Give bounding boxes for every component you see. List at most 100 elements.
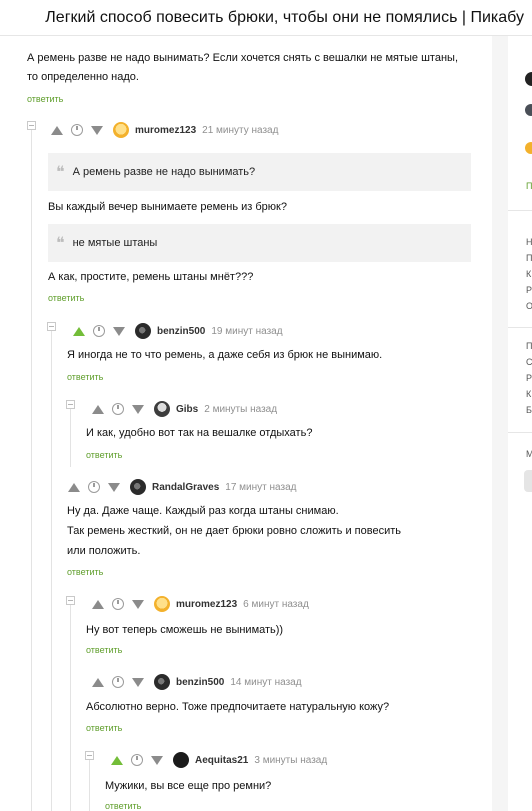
vote-up-icon[interactable] bbox=[92, 404, 104, 414]
collapse-thread-button[interactable] bbox=[66, 400, 75, 409]
vote-up-icon[interactable] bbox=[92, 677, 104, 687]
collapse-thread-button[interactable] bbox=[47, 322, 56, 331]
vote-down-icon[interactable] bbox=[132, 677, 144, 687]
clock-icon[interactable] bbox=[71, 124, 83, 136]
collapse-thread-button[interactable] bbox=[27, 121, 36, 130]
divider bbox=[508, 210, 532, 211]
comment-text-line: Так ремень жесткий, он не дает брюки ров… bbox=[67, 525, 401, 537]
comment-header: RandalGraves 17 минут назад bbox=[68, 478, 296, 496]
sidebar-link[interactable]: П bbox=[526, 181, 532, 191]
vote-down-icon[interactable] bbox=[132, 404, 144, 414]
quote-icon: ❝ bbox=[56, 162, 65, 181]
comment-text-line: Ну да. Даже чаще. Каждый раз когда штаны… bbox=[67, 505, 339, 517]
comment-header: muromez123 21 минуту назад bbox=[51, 121, 278, 139]
avatar[interactable] bbox=[135, 323, 151, 339]
quote-text: не мятые штаны bbox=[72, 237, 158, 249]
avatar[interactable] bbox=[154, 674, 170, 690]
collapse-thread-button[interactable] bbox=[85, 751, 94, 760]
sidebar-text: П bbox=[526, 341, 532, 351]
comment-header: benzin500 14 минут назад bbox=[92, 673, 302, 691]
reply-link[interactable]: ответить bbox=[86, 450, 122, 460]
avatar[interactable] bbox=[130, 479, 146, 495]
vote-down-icon[interactable] bbox=[132, 599, 144, 609]
comment-text-line: то определенно надо. bbox=[27, 71, 139, 83]
sidebar-button[interactable] bbox=[524, 470, 532, 492]
clock-icon[interactable] bbox=[112, 403, 124, 415]
page-title: Легкий способ повесить брюки, чтобы они … bbox=[45, 8, 524, 26]
avatar[interactable] bbox=[154, 401, 170, 417]
comment-text-line: Вы каждый вечер вынимаете ремень из брюк… bbox=[48, 201, 287, 213]
comment-author[interactable]: muromez123 bbox=[176, 599, 237, 610]
comment-header: Aequitas21 3 минуты назад bbox=[111, 751, 327, 769]
clock-icon[interactable] bbox=[88, 481, 100, 493]
vote-up-icon[interactable] bbox=[111, 755, 123, 765]
right-sidebar: П Н П К Р О П С Р К Б М bbox=[508, 0, 532, 811]
comment-text-line: А как, простите, ремень штаны мнёт??? bbox=[48, 271, 254, 283]
comment-author[interactable]: Aequitas21 bbox=[195, 755, 248, 766]
reply-link[interactable]: ответить bbox=[67, 567, 103, 577]
comment-text-line: И как, удобно вот так на вешалке отдыхат… bbox=[86, 427, 313, 439]
page-title-bar: Легкий способ повесить брюки, чтобы они … bbox=[0, 0, 532, 36]
avatar[interactable] bbox=[173, 752, 189, 768]
thread-line[interactable] bbox=[89, 756, 90, 811]
avatar[interactable] bbox=[525, 104, 532, 116]
thread-line[interactable] bbox=[51, 327, 52, 811]
comment-time[interactable]: 17 минут назад bbox=[225, 482, 296, 493]
reply-link[interactable]: ответить bbox=[86, 723, 122, 733]
comment-author[interactable]: Gibs bbox=[176, 404, 198, 415]
comment-time[interactable]: 21 минуту назад bbox=[202, 125, 278, 136]
vote-down-icon[interactable] bbox=[91, 125, 103, 135]
thread-line[interactable] bbox=[70, 404, 71, 467]
comment-text-line: Я иногда не то что ремень, а даже себя и… bbox=[67, 349, 383, 361]
comment-text-line: А ремень разве не надо вынимать? Если хо… bbox=[27, 52, 459, 64]
comment-quote: ❝ А ремень разве не надо вынимать? bbox=[48, 153, 471, 191]
comment-time[interactable]: 6 минут назад bbox=[243, 599, 309, 610]
reply-link[interactable]: ответить bbox=[48, 293, 84, 303]
comments-thread: А ремень разве не надо вынимать? Если хо… bbox=[0, 0, 492, 811]
vote-down-icon[interactable] bbox=[151, 755, 163, 765]
sidebar-text: П bbox=[526, 253, 532, 263]
comment-author[interactable]: benzin500 bbox=[176, 677, 224, 688]
thread-line[interactable] bbox=[70, 600, 71, 811]
thread-line[interactable] bbox=[31, 125, 32, 811]
reply-link[interactable]: ответить bbox=[105, 801, 141, 811]
vote-down-icon[interactable] bbox=[108, 482, 120, 492]
comment-quote: ❝ не мятые штаны bbox=[48, 224, 471, 262]
quote-icon: ❝ bbox=[56, 233, 65, 252]
comment-text-line: Ну вот теперь сможешь не вынимать)) bbox=[86, 624, 284, 636]
sidebar-text: К bbox=[526, 269, 532, 279]
reply-link[interactable]: ответить bbox=[86, 645, 122, 655]
comment-author[interactable]: muromez123 bbox=[135, 125, 196, 136]
avatar[interactable] bbox=[525, 72, 532, 86]
vote-down-icon[interactable] bbox=[113, 326, 125, 336]
avatar[interactable] bbox=[525, 142, 532, 154]
sidebar-text: С bbox=[526, 357, 532, 367]
sidebar-text: О bbox=[526, 301, 532, 311]
divider bbox=[508, 432, 532, 433]
clock-icon[interactable] bbox=[131, 754, 143, 766]
vote-up-icon[interactable] bbox=[92, 599, 104, 609]
vote-up-icon[interactable] bbox=[51, 125, 63, 135]
sidebar-text: Б bbox=[526, 405, 532, 415]
comment-time[interactable]: 19 минут назад bbox=[211, 326, 282, 337]
comment-time[interactable]: 14 минут назад bbox=[230, 677, 301, 688]
comment-text-line: или положить. bbox=[67, 545, 141, 557]
collapse-thread-button[interactable] bbox=[66, 596, 75, 605]
sidebar-text: К bbox=[526, 389, 532, 399]
avatar[interactable] bbox=[113, 122, 129, 138]
comment-author[interactable]: benzin500 bbox=[157, 326, 205, 337]
comment-header: benzin500 19 минут назад bbox=[73, 322, 283, 340]
comment-time[interactable]: 3 минуты назад bbox=[254, 755, 327, 766]
comment-header: Gibs 2 минуты назад bbox=[92, 400, 277, 418]
comment-time[interactable]: 2 минуты назад bbox=[204, 404, 277, 415]
avatar[interactable] bbox=[154, 596, 170, 612]
vote-up-icon[interactable] bbox=[68, 482, 80, 492]
sidebar-text: Р bbox=[526, 285, 532, 295]
clock-icon[interactable] bbox=[93, 325, 105, 337]
clock-icon[interactable] bbox=[112, 598, 124, 610]
clock-icon[interactable] bbox=[112, 676, 124, 688]
vote-up-icon[interactable] bbox=[73, 326, 85, 336]
comment-author[interactable]: RandalGraves bbox=[152, 482, 219, 493]
reply-link[interactable]: ответить bbox=[67, 372, 103, 382]
reply-link[interactable]: ответить bbox=[27, 94, 63, 104]
